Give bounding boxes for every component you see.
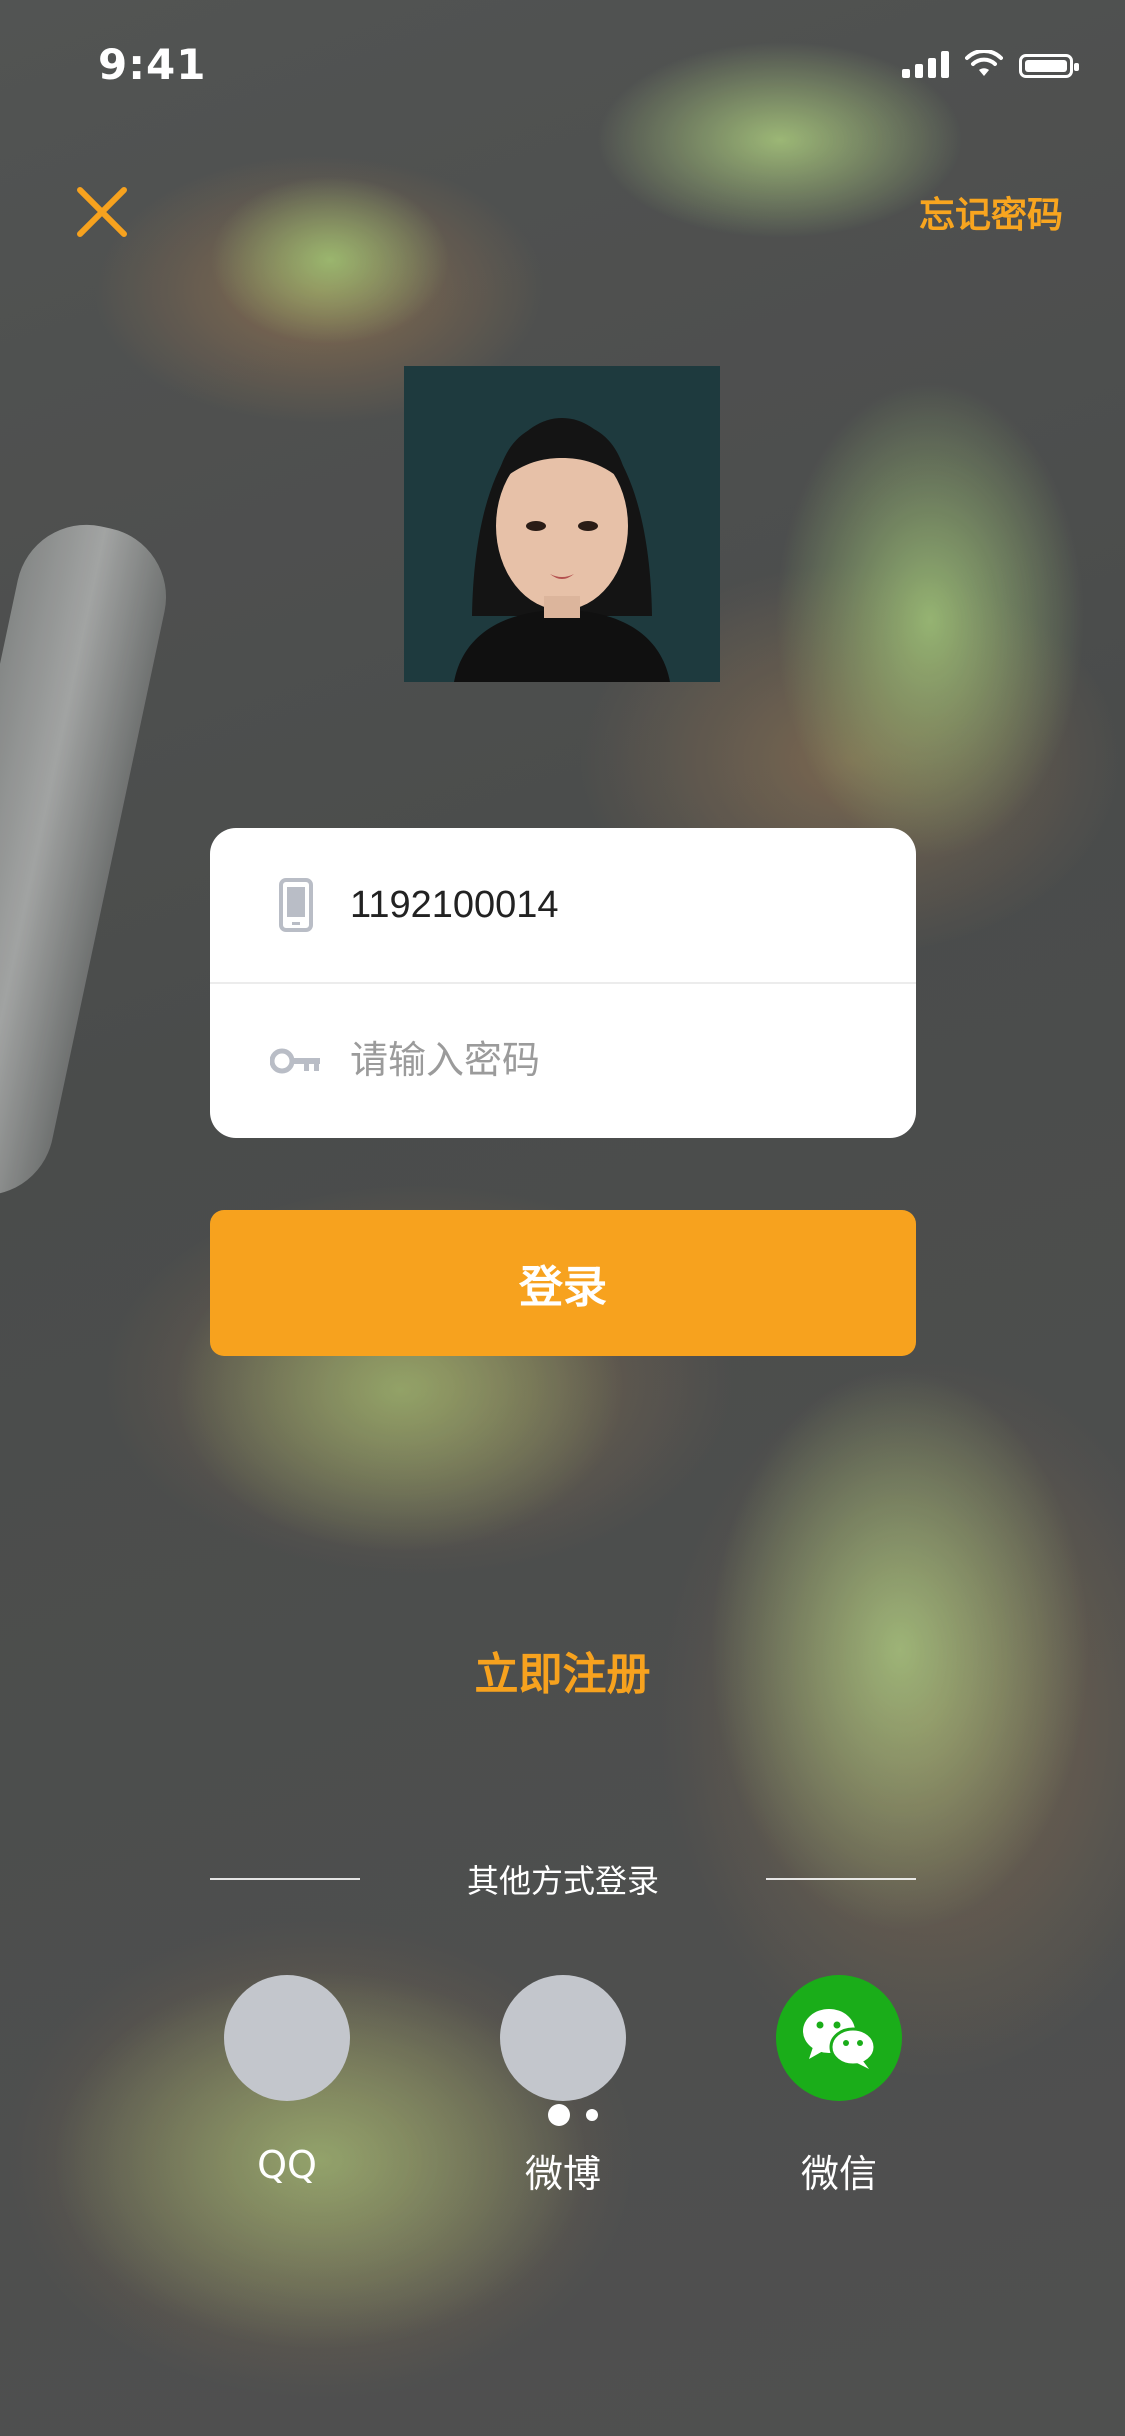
status-bar: 9:41 [0,0,1125,135]
cellular-signal-icon [902,50,949,78]
qq-label: QQ [257,2143,317,2187]
wifi-icon [965,50,1003,76]
password-field-row [210,984,916,1138]
status-icons [902,50,1079,78]
qq-login-button[interactable]: QQ [222,1975,352,2187]
phone-icon [274,877,318,933]
social-login-options: QQ 微博 微信 [0,1975,1125,2215]
page-dot [586,2109,598,2121]
wechat-icon [776,1975,902,2101]
page-indicator-dots [548,2104,598,2126]
avatar-portrait [404,366,720,682]
phone-field-row [210,828,916,984]
forgot-password-link[interactable]: 忘记密码 [919,186,1063,238]
weibo-label: 微博 [524,2152,601,2196]
key-icon [268,1033,324,1089]
wechat-label: 微信 [800,2152,877,2196]
battery-icon [1019,54,1079,78]
weibo-login-button[interactable]: 微博 [498,1975,628,2198]
register-link[interactable]: 立即注册 [0,1638,1125,1702]
qq-icon [224,1975,350,2101]
avatar [404,366,720,682]
divider-line-right [766,1878,916,1880]
wechat-login-button[interactable]: 微信 [774,1975,904,2198]
phone-input[interactable] [350,828,876,982]
login-form-card [210,828,916,1138]
login-screen: 9:41 忘记密码 1192100014 登录 立即注册 其他方式登录 QQ 微… [0,0,1125,2436]
other-login-divider: 其他方式登录 [210,1848,916,1908]
weibo-icon [500,1975,626,2101]
password-input[interactable] [350,984,876,1138]
page-dot-active [548,2104,570,2126]
close-icon[interactable] [70,180,134,244]
login-button[interactable]: 登录 [210,1210,916,1356]
status-time: 9:41 [98,40,207,89]
